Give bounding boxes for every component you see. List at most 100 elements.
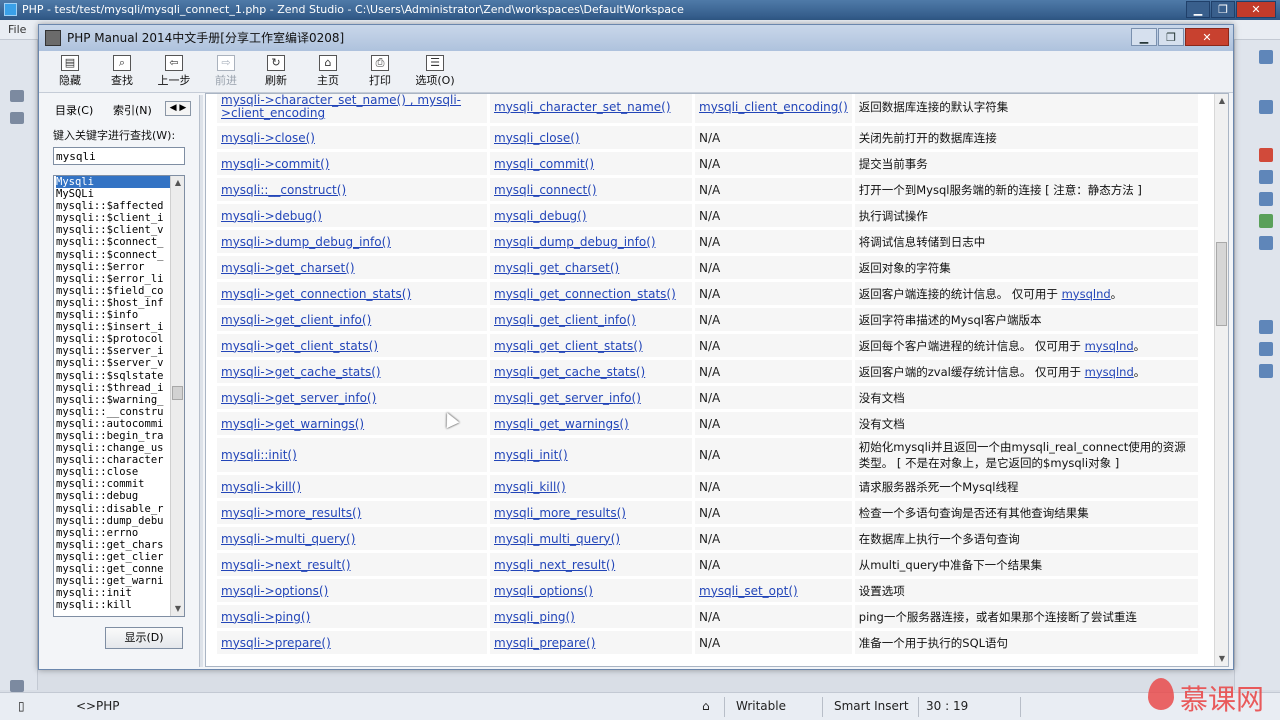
keyword-search-input[interactable] bbox=[53, 147, 185, 165]
tab-scroll-arrows[interactable]: ◀ ▶ bbox=[165, 101, 191, 116]
bottom-panel-icon[interactable] bbox=[10, 680, 24, 692]
index-list-item[interactable]: mysqli::$connect_ bbox=[56, 249, 170, 261]
index-list-item[interactable]: mysqli::get_conne bbox=[56, 563, 170, 575]
outline-icon[interactable] bbox=[10, 112, 24, 124]
oop-method-link[interactable]: mysqli->get_charset() bbox=[217, 256, 487, 279]
mysqlnd-link[interactable]: mysqlnd bbox=[1085, 339, 1134, 353]
index-list-item[interactable]: mysqli::$connect_ bbox=[56, 236, 170, 248]
procedural-function-link[interactable]: mysqli_get_warnings() bbox=[490, 412, 692, 435]
oop-method-link[interactable]: mysqli->character_set_name() , mysqli->c… bbox=[217, 94, 487, 123]
procedural-function-link[interactable]: mysqli_ping() bbox=[490, 605, 692, 628]
alias-link[interactable]: mysqli_client_encoding() bbox=[695, 94, 852, 123]
procedural-function-link[interactable]: mysqli_commit() bbox=[490, 152, 692, 175]
oop-method-link[interactable]: mysqli->kill() bbox=[217, 475, 487, 498]
outline-view-icon[interactable] bbox=[1259, 192, 1273, 206]
manual-maximize-button[interactable]: ❐ bbox=[1158, 28, 1184, 46]
mysqlnd-link[interactable]: mysqlnd bbox=[1085, 365, 1134, 379]
zend-minimize-button[interactable]: ▁ bbox=[1186, 1, 1210, 18]
procedural-function-link[interactable]: mysqli_init() bbox=[490, 438, 692, 472]
zend-close-button[interactable]: ✕ bbox=[1236, 1, 1276, 18]
content-scroll-thumb[interactable] bbox=[1216, 242, 1227, 326]
oop-method-link[interactable]: mysqli->options() bbox=[217, 579, 487, 602]
perspective-icon[interactable] bbox=[1259, 100, 1273, 114]
oop-method-link[interactable]: mysqli->get_connection_stats() bbox=[217, 282, 487, 305]
index-list-item[interactable]: mysqli::disable_r bbox=[56, 503, 170, 515]
servers-view-icon[interactable] bbox=[1259, 342, 1273, 356]
problems-view-icon[interactable] bbox=[1259, 236, 1273, 250]
options-button[interactable]: ☰ 选项(O) bbox=[409, 53, 461, 91]
scroll-up-arrow-icon[interactable]: ▲ bbox=[171, 176, 184, 190]
menu-file[interactable]: File bbox=[8, 23, 26, 36]
oop-method-link[interactable]: mysqli->get_client_stats() bbox=[217, 334, 487, 357]
tasks-view-icon[interactable] bbox=[1259, 214, 1273, 228]
manual-close-button[interactable]: ✕ bbox=[1185, 28, 1229, 46]
find-button[interactable]: ⌕ 查找 bbox=[99, 53, 145, 91]
index-list-item[interactable]: mysqli::$insert_i bbox=[56, 321, 170, 333]
index-list-item[interactable]: mysqli::get_chars bbox=[56, 539, 170, 551]
back-button[interactable]: ⇦ 上一步 bbox=[151, 53, 197, 91]
pane-splitter[interactable] bbox=[199, 95, 203, 667]
index-list-item[interactable]: mysqli::close bbox=[56, 466, 170, 478]
procedural-function-link[interactable]: mysqli_multi_query() bbox=[490, 527, 692, 550]
oop-method-link[interactable]: mysqli->get_cache_stats() bbox=[217, 360, 487, 383]
index-list-item[interactable]: MySQLi bbox=[56, 188, 170, 200]
view-icon[interactable] bbox=[10, 90, 24, 102]
zend-maximize-button[interactable]: ❐ bbox=[1211, 1, 1235, 18]
procedural-function-link[interactable]: mysqli_connect() bbox=[490, 178, 692, 201]
index-list-scrollbar[interactable]: ▲ ▼ bbox=[170, 176, 184, 616]
procedural-function-link[interactable]: mysqli_dump_debug_info() bbox=[490, 230, 692, 253]
refresh-button[interactable]: ↻ 刷新 bbox=[253, 53, 299, 91]
alias-link[interactable]: mysqli_set_opt() bbox=[695, 579, 852, 602]
content-scroll-down-icon[interactable]: ▼ bbox=[1215, 652, 1228, 666]
mysqlnd-link[interactable]: mysqlnd bbox=[1062, 287, 1111, 301]
forward-button[interactable]: ⇨ 前进 bbox=[203, 53, 249, 91]
index-list-item[interactable]: mysqli::$server_v bbox=[56, 357, 170, 369]
oop-method-link[interactable]: mysqli->multi_query() bbox=[217, 527, 487, 550]
index-list-item[interactable]: mysqli::init bbox=[56, 587, 170, 599]
oop-method-link[interactable]: mysqli::__construct() bbox=[217, 178, 487, 201]
procedural-function-link[interactable]: mysqli_debug() bbox=[490, 204, 692, 227]
oop-method-link[interactable]: mysqli->dump_debug_info() bbox=[217, 230, 487, 253]
hide-button[interactable]: ▤ 隐藏 bbox=[47, 53, 93, 91]
oop-method-link[interactable]: mysqli->more_results() bbox=[217, 501, 487, 524]
index-scroll-thumb[interactable] bbox=[172, 386, 183, 400]
oop-method-link[interactable]: mysqli::init() bbox=[217, 438, 487, 472]
oop-method-link[interactable]: mysqli->close() bbox=[217, 126, 487, 149]
index-list-item[interactable]: mysqli::get_clier bbox=[56, 551, 170, 563]
procedural-function-link[interactable]: mysqli_close() bbox=[490, 126, 692, 149]
procedural-function-link[interactable]: mysqli_get_client_info() bbox=[490, 308, 692, 331]
index-list-item[interactable]: mysqli::$error_li bbox=[56, 273, 170, 285]
oop-method-link[interactable]: mysqli->next_result() bbox=[217, 553, 487, 576]
scroll-down-arrow-icon[interactable]: ▼ bbox=[171, 602, 184, 616]
index-list-item[interactable]: mysqli::errno bbox=[56, 527, 170, 539]
procedural-function-link[interactable]: mysqli_more_results() bbox=[490, 501, 692, 524]
oop-method-link[interactable]: mysqli->get_server_info() bbox=[217, 386, 487, 409]
content-scroll-up-icon[interactable]: ▲ bbox=[1215, 94, 1228, 108]
index-list-item[interactable]: mysqli::$affected bbox=[56, 200, 170, 212]
oop-method-link[interactable]: mysqli->prepare() bbox=[217, 631, 487, 654]
index-list-item[interactable]: mysqli::$protocol bbox=[56, 333, 170, 345]
tab-index[interactable]: 索引(N) bbox=[113, 102, 152, 118]
index-list-item[interactable]: Mysqli bbox=[56, 176, 170, 189]
content-scrollbar[interactable]: ▲ ▼ bbox=[1214, 94, 1228, 666]
debug-perspective-icon[interactable] bbox=[1259, 148, 1273, 162]
index-list-item[interactable]: mysqli::__constru bbox=[56, 406, 170, 418]
index-list-item[interactable]: mysqli::debug bbox=[56, 490, 170, 502]
oop-method-link[interactable]: mysqli->get_client_info() bbox=[217, 308, 487, 331]
procedural-function-link[interactable]: mysqli_options() bbox=[490, 579, 692, 602]
index-list-item[interactable]: mysqli::$server_i bbox=[56, 345, 170, 357]
index-list-item[interactable]: mysqli::$client_v bbox=[56, 224, 170, 236]
procedural-function-link[interactable]: mysqli_prepare() bbox=[490, 631, 692, 654]
minimize-view-icon[interactable] bbox=[1259, 50, 1273, 64]
tab-contents[interactable]: 目录(C) bbox=[55, 102, 93, 118]
console-view-icon[interactable] bbox=[1259, 320, 1273, 334]
procedural-function-link[interactable]: mysqli_get_cache_stats() bbox=[490, 360, 692, 383]
procedural-function-link[interactable]: mysqli_next_result() bbox=[490, 553, 692, 576]
index-list-item[interactable]: mysqli::get_warni bbox=[56, 575, 170, 587]
procedural-function-link[interactable]: mysqli_get_client_stats() bbox=[490, 334, 692, 357]
oop-method-link[interactable]: mysqli->ping() bbox=[217, 605, 487, 628]
index-list-item[interactable]: mysqli::$field_co bbox=[56, 285, 170, 297]
oop-method-link[interactable]: mysqli->debug() bbox=[217, 204, 487, 227]
manual-minimize-button[interactable]: ▁ bbox=[1131, 28, 1157, 46]
index-list-item[interactable]: mysqli::$host_inf bbox=[56, 297, 170, 309]
